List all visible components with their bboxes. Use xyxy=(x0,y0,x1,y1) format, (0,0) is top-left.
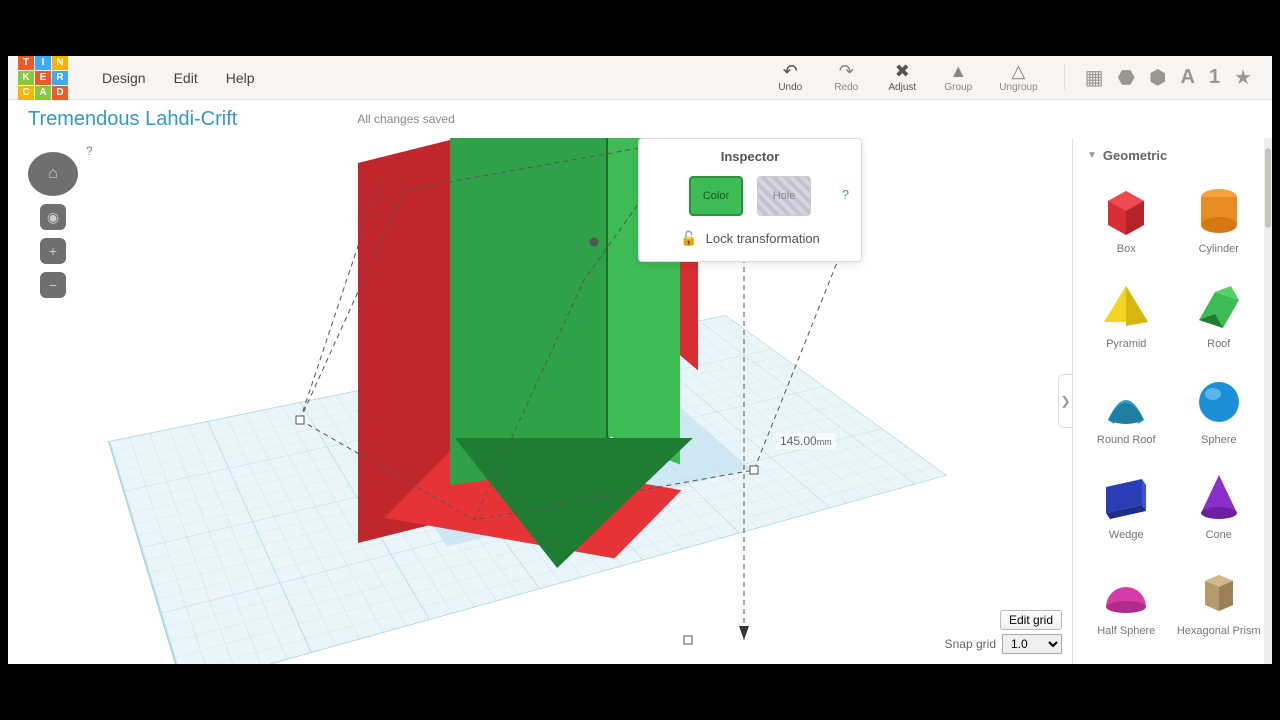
ungroup-label: Ungroup xyxy=(999,82,1037,93)
shape-label: Wedge xyxy=(1109,529,1144,541)
grid-controls: Edit grid Snap grid 1.0 xyxy=(945,610,1062,654)
shape-label: Pyramid xyxy=(1106,338,1146,350)
inspector-title: Inspector xyxy=(653,149,847,164)
shape-label: Cylinder xyxy=(1199,243,1239,255)
view-fit-button[interactable]: ◉ xyxy=(40,204,66,230)
ungroup-icon: △ xyxy=(1012,62,1026,80)
dimension-value: 145.00 xyxy=(780,434,817,448)
workspace: ◉ + − ? xyxy=(8,138,1272,664)
shape-item-cone[interactable]: Cone xyxy=(1176,463,1263,558)
shape-label: Sphere xyxy=(1201,434,1236,446)
redo-label: Redo xyxy=(834,82,858,93)
edit-grid-button[interactable]: Edit grid xyxy=(1000,610,1062,630)
shapes-scrollbar[interactable] xyxy=(1264,138,1272,664)
shape-item-hex_prism[interactable]: Hexagonal Prism xyxy=(1176,559,1263,654)
header-tools: ↶ Undo ↷ Redo ✖ Adjust ▲ Group △ Ungroup… xyxy=(775,62,1262,93)
inspector-color-swatch[interactable]: Color xyxy=(689,176,743,216)
sub-header: Tremendous Lahdi-Crift All changes saved xyxy=(8,100,1272,138)
group-button[interactable]: ▲ Group xyxy=(943,62,973,93)
ungroup-button[interactable]: △ Ungroup xyxy=(999,62,1037,93)
inspector-hole-swatch[interactable]: Hole xyxy=(757,176,811,216)
redo-icon: ↷ xyxy=(839,62,854,80)
shapes-category-label: Geometric xyxy=(1103,148,1167,163)
shape-item-round_roof[interactable]: Round Roof xyxy=(1083,368,1170,463)
adjust-label: Adjust xyxy=(888,82,916,93)
3d-viewport[interactable]: ◉ + − ? xyxy=(8,138,1072,664)
chevron-down-icon: ▼ xyxy=(1087,150,1097,161)
cylinder-icon xyxy=(1189,183,1249,239)
box-icon xyxy=(1096,183,1156,239)
round_roof-icon xyxy=(1096,374,1156,430)
lock-label: Lock transformation xyxy=(706,231,820,246)
shape-item-roof[interactable]: Roof xyxy=(1176,272,1263,367)
undo-button[interactable]: ↶ Undo xyxy=(775,62,805,93)
shape-label: Cone xyxy=(1206,529,1232,541)
shape-item-half_sphere[interactable]: Half Sphere xyxy=(1083,559,1170,654)
pyramid-icon xyxy=(1096,278,1156,334)
adjust-button[interactable]: ✖ Adjust xyxy=(887,62,917,93)
cube-icon[interactable]: ⬣ xyxy=(1118,65,1135,90)
shape-label: Hexagonal Prism xyxy=(1177,625,1261,637)
app-window: TIN KER CAD Design Edit Help ↶ Undo ↷ Re… xyxy=(8,56,1272,664)
shape-item-cylinder[interactable]: Cylinder xyxy=(1176,177,1263,272)
view-zoom-out-button[interactable]: − xyxy=(40,272,66,298)
shapes-grid: Box Cylinder Pyramid Roof Round Roof Sphere We… xyxy=(1073,173,1272,664)
half_sphere-icon xyxy=(1096,565,1156,621)
sphere-icon xyxy=(1189,374,1249,430)
menu-design[interactable]: Design xyxy=(88,64,160,92)
view-zoom-in-button[interactable]: + xyxy=(40,238,66,264)
adjust-icon: ✖ xyxy=(895,62,910,80)
shape-label: Box xyxy=(1117,243,1136,255)
roof-icon xyxy=(1189,278,1249,334)
undo-icon: ↶ xyxy=(783,62,798,80)
shape-item-pyramid[interactable]: Pyramid xyxy=(1083,272,1170,367)
undo-label: Undo xyxy=(778,82,802,93)
workplane-icon[interactable]: ▦ xyxy=(1085,65,1104,90)
shape-item-wedge[interactable]: Wedge xyxy=(1083,463,1170,558)
snap-grid-label: Snap grid xyxy=(945,637,996,651)
shape-label: Round Roof xyxy=(1097,434,1156,446)
header-view-icons: ▦ ⬣ ⬢ A 1 ★ xyxy=(1064,65,1252,90)
dimension-unit: mm xyxy=(817,437,832,447)
shape-label: Roof xyxy=(1207,338,1230,350)
view-home-button[interactable] xyxy=(28,152,78,196)
shape-item-sphere[interactable]: Sphere xyxy=(1176,368,1263,463)
menu-help[interactable]: Help xyxy=(212,64,269,92)
shape-item-box[interactable]: Box xyxy=(1083,177,1170,272)
text-tool-icon[interactable]: A xyxy=(1180,66,1194,89)
inspector-help-icon[interactable]: ? xyxy=(842,187,849,202)
wedge-icon xyxy=(1096,469,1156,525)
app-header: TIN KER CAD Design Edit Help ↶ Undo ↷ Re… xyxy=(8,56,1272,100)
view-help[interactable]: ? xyxy=(86,144,93,158)
view-controls: ◉ + − xyxy=(28,152,78,298)
snap-grid-select[interactable]: 1.0 xyxy=(1002,634,1062,654)
inspector-panel: Inspector Color Hole ? 🔓 Lock transforma… xyxy=(638,138,862,262)
project-title[interactable]: Tremendous Lahdi-Crift xyxy=(28,108,237,131)
menu-edit[interactable]: Edit xyxy=(160,64,212,92)
number-tool-icon[interactable]: 1 xyxy=(1209,66,1220,89)
lock-icon: 🔓 xyxy=(680,230,697,247)
shapes-category-header[interactable]: ▼ Geometric xyxy=(1073,138,1272,173)
tinkercad-logo[interactable]: TIN KER CAD xyxy=(18,56,68,100)
save-status: All changes saved xyxy=(357,112,454,126)
shape-icon[interactable]: ⬢ xyxy=(1149,65,1166,90)
lock-transformation-row[interactable]: 🔓 Lock transformation xyxy=(653,230,847,247)
favorite-icon[interactable]: ★ xyxy=(1234,65,1252,90)
panel-collapse-handle[interactable]: ❯ xyxy=(1058,374,1072,428)
dimension-label[interactable]: 145.00mm xyxy=(776,433,836,449)
hex_prism-icon xyxy=(1189,565,1249,621)
shape-label: Half Sphere xyxy=(1097,625,1155,637)
main-menu: Design Edit Help xyxy=(88,64,269,92)
group-label: Group xyxy=(944,82,972,93)
group-icon: ▲ xyxy=(949,62,967,80)
shapes-panel: ▼ Geometric Box Cylinder Pyramid Roof Round … xyxy=(1072,138,1272,664)
cone-icon xyxy=(1189,469,1249,525)
redo-button[interactable]: ↷ Redo xyxy=(831,62,861,93)
